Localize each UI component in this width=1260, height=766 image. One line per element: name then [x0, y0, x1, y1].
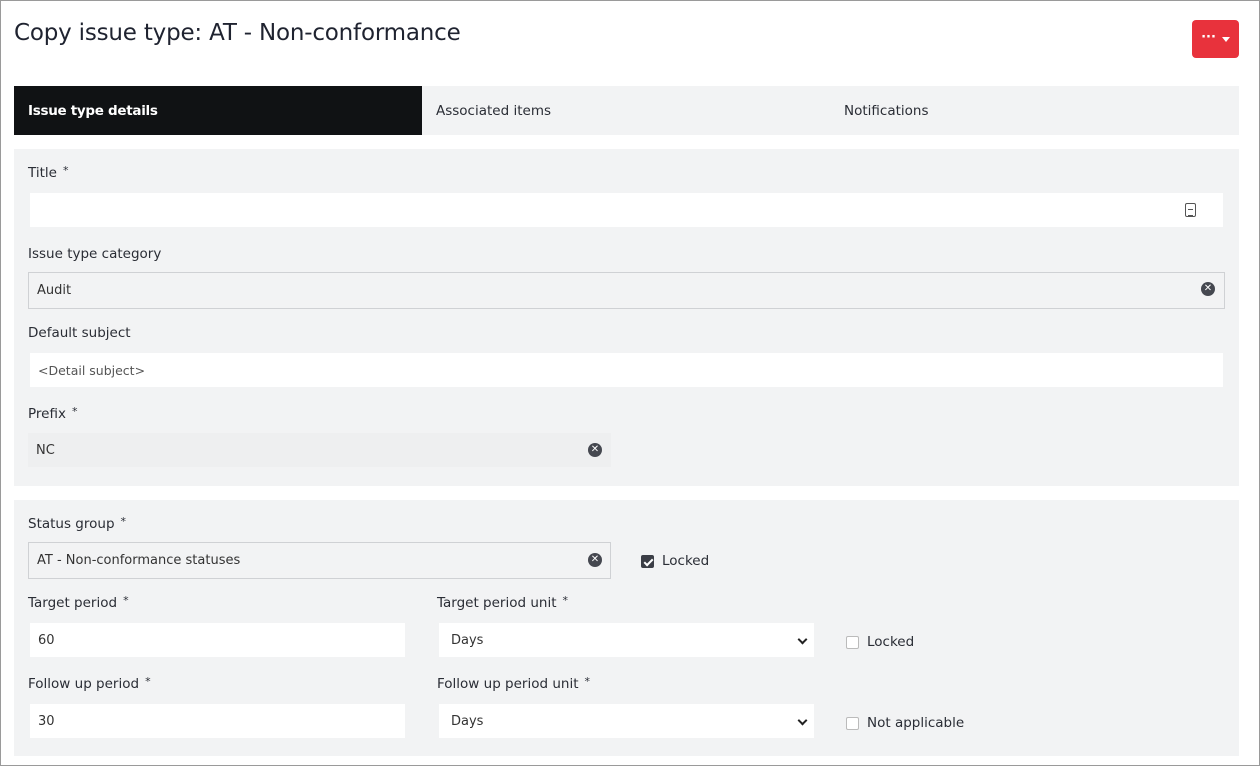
required-mark: * [145, 675, 151, 688]
required-mark: * [123, 594, 129, 607]
required-mark: * [120, 515, 127, 528]
required-mark: * [71, 405, 78, 418]
caret-down-icon [1221, 36, 1230, 42]
required-mark: * [562, 594, 569, 607]
follow-up-period-label: Follow up period * [28, 675, 151, 692]
title-label: Title * [28, 164, 69, 181]
target-period-label-text: Target period [28, 595, 118, 611]
issue-type-category-label: Issue type category [28, 246, 162, 262]
follow-up-period-input[interactable]: 30 [30, 704, 405, 738]
target-unit-locked-label: Locked [867, 634, 915, 650]
required-mark: * [62, 164, 69, 177]
title-label-text: Title [28, 165, 57, 181]
more-dots-icon: ··· [1201, 29, 1216, 45]
tab-bar: Issue type details Associated items Noti… [14, 86, 1239, 135]
tab-notifications[interactable]: Notifications [830, 86, 1238, 135]
clear-prefix-icon[interactable]: ✕ [588, 443, 602, 457]
details-panel: Title * Issue type category Audit ✕ Defau… [14, 149, 1239, 486]
follow-up-period-label-text: Follow up period [28, 676, 140, 692]
status-group-locked-label: Locked [662, 553, 710, 569]
follow-up-period-unit-label-text: Follow up period unit [437, 676, 579, 692]
default-subject-input[interactable]: <Detail subject> [30, 353, 1223, 387]
default-subject-label: Default subject [28, 325, 131, 341]
title-input[interactable] [30, 193, 1223, 227]
status-group-label-text: Status group [28, 516, 115, 532]
target-period-unit-select[interactable]: Days [439, 623, 814, 657]
chevron-down-icon [797, 715, 808, 726]
target-period-input[interactable]: 60 [30, 623, 405, 657]
clear-status-group-icon[interactable]: ✕ [588, 553, 602, 567]
status-group-field[interactable]: AT - Non-conformance statuses [28, 542, 611, 579]
prefix-label: Prefix * [28, 405, 78, 422]
status-group-label: Status group * [28, 515, 127, 532]
follow-up-period-unit-label: Follow up period unit * [437, 675, 591, 692]
tab-associated-items[interactable]: Associated items [422, 86, 830, 135]
prefix-field[interactable]: NC [28, 433, 611, 467]
clear-category-icon[interactable]: ✕ [1201, 282, 1215, 296]
target-period-unit-value: Days [451, 632, 484, 648]
page-title: Copy issue type: AT - Non-conformance [14, 20, 461, 46]
tab-issue-type-details[interactable]: Issue type details [14, 86, 422, 135]
issue-type-category-field[interactable]: Audit [28, 272, 1225, 309]
document-icon[interactable] [1185, 203, 1196, 217]
target-period-unit-label-text: Target period unit [437, 595, 557, 611]
not-applicable-label: Not applicable [867, 715, 965, 731]
target-period-unit-label: Target period unit * [437, 594, 569, 611]
more-actions-button[interactable]: ··· [1192, 20, 1239, 58]
not-applicable-checkbox[interactable] [846, 717, 859, 730]
follow-up-period-unit-value: Days [451, 713, 484, 729]
chevron-down-icon [797, 634, 808, 645]
required-mark: * [584, 675, 591, 688]
prefix-label-text: Prefix [28, 406, 66, 422]
status-group-locked-checkbox[interactable] [641, 555, 654, 568]
target-unit-locked-checkbox[interactable] [846, 636, 859, 649]
follow-up-period-unit-select[interactable]: Days [439, 704, 814, 738]
target-period-label: Target period * [28, 594, 129, 611]
status-panel: Status group * AT - Non-conformance statu… [14, 500, 1239, 756]
